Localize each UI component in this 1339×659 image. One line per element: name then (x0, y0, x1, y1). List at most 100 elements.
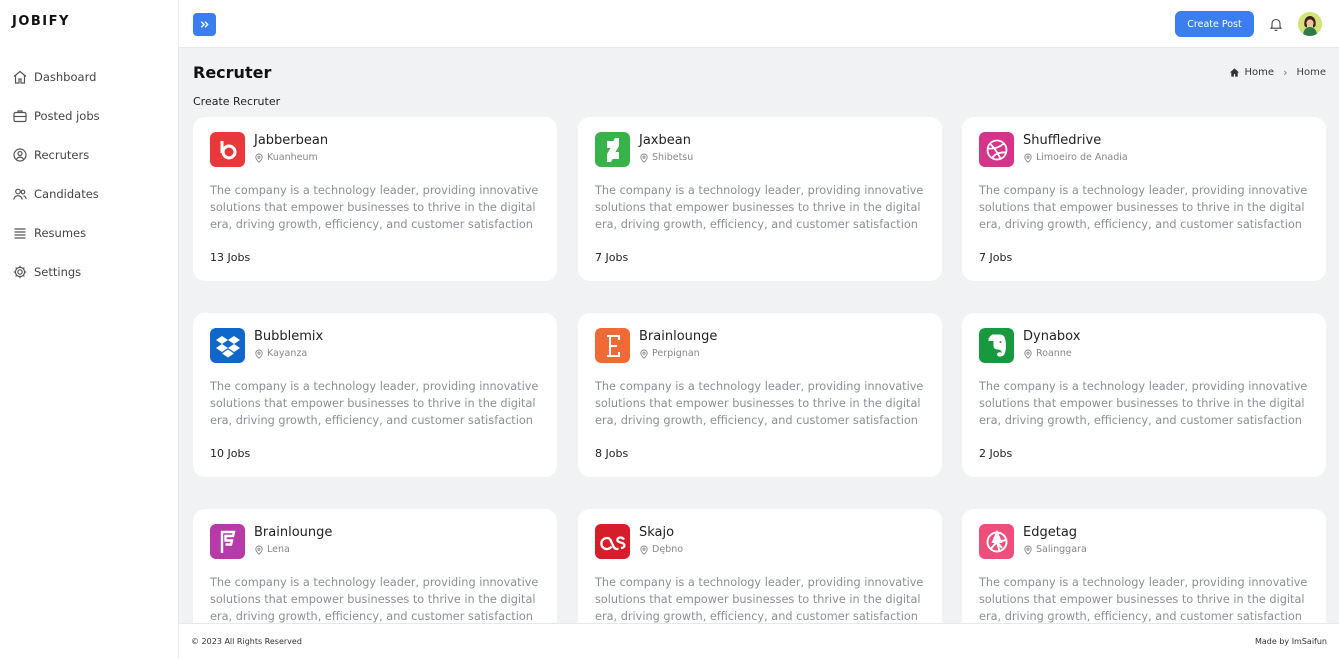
recruiter-location-label: Roanne (1036, 348, 1072, 359)
recruiter-job-count: 7 Jobs (979, 251, 1013, 264)
recruiter-job-count: 2 Jobs (979, 447, 1013, 460)
sidebar-item-resumes[interactable]: Resumes (0, 213, 178, 252)
recruiter-job-count: 10 Jobs (210, 447, 251, 460)
sidebar-item-label: Recruters (34, 147, 90, 162)
location-pin-icon (255, 349, 263, 359)
topbar: Create Post (179, 0, 1339, 48)
recruiter-location-label: Perpignan (652, 348, 700, 359)
briefcase-icon (13, 109, 27, 122)
recruiter-name: Bubblemix (254, 329, 324, 344)
recruiter-name: Jaxbean (639, 133, 691, 148)
location-pin-icon (1024, 349, 1032, 359)
recruiter-location-label: Kayanza (267, 348, 308, 359)
location-pin-icon (255, 545, 263, 555)
recruiter-location: Lena (254, 544, 290, 555)
user-avatar-icon (1298, 12, 1322, 36)
recruiter-card[interactable]: Shuffledrive Limoeiro de Anadia The comp… (962, 117, 1326, 281)
recruiter-card[interactable]: Jabberbean Kuanheum The company is a tec… (193, 117, 557, 281)
users-icon (13, 188, 27, 200)
recruiter-job-count: 7 Jobs (595, 251, 629, 264)
recruiter-name: Shuffledrive (1023, 133, 1102, 148)
sidebar-item-recruters[interactable]: Recruters (0, 135, 178, 174)
recruiter-name: Skajo (639, 525, 675, 540)
recruiter-name: Brainlounge (639, 329, 718, 344)
home-icon (13, 70, 27, 84)
create-post-button[interactable]: Create Post (1175, 11, 1254, 37)
recruiter-description: The company is a technology leader, prov… (210, 184, 539, 231)
recruiter-description: The company is a technology leader, prov… (979, 576, 1308, 623)
breadcrumb-home-label: Home (1244, 67, 1275, 78)
recruiter-grid: Jabberbean Kuanheum The company is a tec… (179, 117, 1339, 623)
location-pin-icon (640, 153, 648, 163)
avatar[interactable] (1298, 12, 1322, 36)
recruiter-location-label: Lena (267, 544, 290, 555)
footer-made-by[interactable]: Made by ImSaifun (1255, 637, 1327, 646)
recruiter-description: The company is a technology leader, prov… (979, 380, 1308, 427)
bell-icon[interactable] (1268, 16, 1284, 32)
sidebar-item-posted-jobs[interactable]: Posted jobs (0, 96, 178, 135)
location-pin-icon (640, 545, 648, 555)
recruiter-job-count: 8 Jobs (595, 447, 629, 460)
recruiter-card[interactable]: Brainlounge Lena The company is a techno… (193, 509, 557, 623)
breadcrumb: Home › Home (1229, 66, 1326, 79)
sidebar-item-dashboard[interactable]: Dashboard (0, 57, 178, 96)
location-pin-icon (255, 153, 263, 163)
recruiter-description: The company is a technology leader, prov… (595, 184, 924, 231)
recruiter-location: Dębno (639, 544, 683, 555)
evernote-logo-icon (979, 328, 1014, 363)
recruiter-location-label: Dębno (652, 544, 684, 555)
brand-logo[interactable]: JOBIFY (12, 14, 70, 29)
recruiter-description: The company is a technology leader, prov… (979, 184, 1308, 231)
recruiter-location: Kuanheum (254, 152, 318, 163)
recruiter-description: The company is a technology leader, prov… (595, 380, 924, 427)
recruiter-card[interactable]: Brainlounge Perpignan The company is a t… (578, 313, 942, 477)
recruiter-location: Kayanza (254, 348, 307, 359)
gear-icon (13, 265, 27, 278)
recruiter-description: The company is a technology leader, prov… (595, 576, 924, 623)
sidebar-item-settings[interactable]: Settings (0, 252, 178, 291)
beats-logo-icon (210, 132, 245, 167)
dropbox-logo-icon (210, 328, 245, 363)
breadcrumb-current: Home (1296, 67, 1326, 78)
create-recruter-link[interactable]: Create Recruter (193, 95, 280, 108)
user-circle-icon (13, 147, 27, 162)
footer: © 2023 All Rights Reserved Made by ImSai… (179, 623, 1339, 659)
sidebar-item-label: Dashboard (34, 69, 97, 84)
recruiter-name: Jabberbean (254, 133, 329, 148)
recruiter-description: The company is a technology leader, prov… (210, 380, 539, 427)
breadcrumb-home-link[interactable]: Home (1229, 67, 1275, 78)
recruiter-card[interactable]: Dynabox Roanne The company is a technolo… (962, 313, 1326, 477)
recruiter-job-count: 13 Jobs (210, 251, 251, 264)
etsy-logo-icon (595, 328, 630, 363)
double-chevron-right-icon (200, 21, 209, 28)
recruiter-location: Roanne (1023, 348, 1072, 359)
recruiter-card[interactable]: Skajo Dębno The company is a technology … (578, 509, 942, 623)
recruiter-location-label: Salinggara (1036, 544, 1087, 555)
sidebar-item-candidates[interactable]: Candidates (0, 174, 178, 213)
recruiter-name: Brainlounge (254, 525, 333, 540)
sidebar-item-label: Resumes (34, 225, 87, 240)
deviantart-logo-icon (595, 132, 630, 167)
location-pin-icon (640, 349, 648, 359)
sidebar-item-label: Posted jobs (34, 108, 100, 123)
page-title: Recruter (193, 63, 272, 82)
recruiter-location: Perpignan (639, 348, 700, 359)
sidebar-item-label: Settings (34, 264, 82, 279)
recruiter-name: Edgetag (1023, 525, 1078, 540)
sidebar-item-label: Candidates (34, 186, 99, 201)
dribbble-logo-icon (979, 132, 1014, 167)
sidebar-toggle-button[interactable] (193, 13, 216, 36)
footer-copyright: © 2023 All Rights Reserved (191, 637, 302, 646)
sidebar-nav: Dashboard Posted jobs Recruters Candidat… (0, 57, 178, 291)
lastfm-logo-icon (595, 524, 630, 559)
recruiter-card[interactable]: Bubblemix Kayanza The company is a techn… (193, 313, 557, 477)
home-icon (1229, 68, 1239, 77)
recruiter-name: Dynabox (1023, 329, 1081, 344)
recruiter-card[interactable]: Jaxbean Shibetsu The company is a techno… (578, 117, 942, 281)
recruiter-location-label: Shibetsu (652, 152, 694, 163)
location-pin-icon (1024, 545, 1032, 555)
recruiter-card[interactable]: Edgetag Salinggara The company is a tech… (962, 509, 1326, 623)
recruiter-location: Salinggara (1023, 544, 1087, 555)
picasa-logo-icon (979, 524, 1014, 559)
location-pin-icon (1024, 153, 1032, 163)
